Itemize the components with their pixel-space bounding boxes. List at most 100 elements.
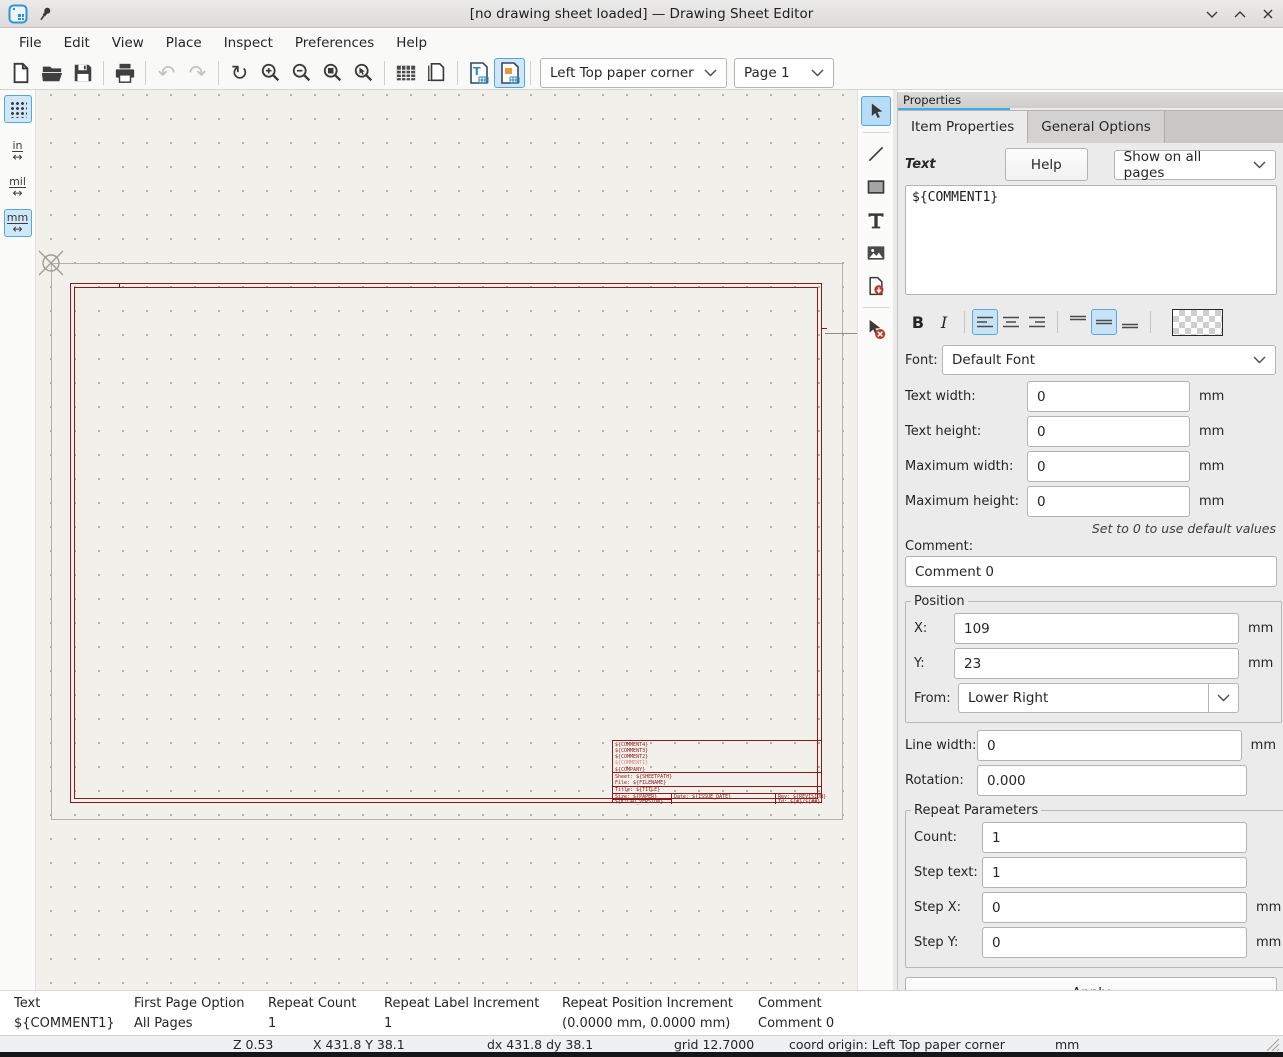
repeat-parameters-legend: Repeat Parameters [911, 803, 1041, 818]
open-file-button[interactable] [36, 58, 67, 88]
drawing-canvas[interactable]: ${COMMENT4} ${COMMENT3} ${COMMENT2} ${CO… [36, 90, 857, 990]
title-block-version[interactable]: ${KICAD_VERSION} [615, 799, 663, 805]
bold-button[interactable]: B [905, 309, 931, 335]
preview-mode-toggle[interactable]: T [463, 58, 494, 88]
frame-divider-tick [822, 328, 827, 329]
zoom-selection-button[interactable] [348, 58, 379, 88]
rotation-label: Rotation: [905, 773, 977, 788]
zoom-fit-page-button[interactable] [317, 58, 348, 88]
page-visibility-select[interactable]: Show on all pages [1114, 150, 1276, 180]
save-button[interactable] [67, 58, 98, 88]
menu-edit[interactable]: Edit [53, 31, 101, 55]
align-center-button[interactable] [998, 309, 1024, 335]
rotation-input[interactable] [977, 765, 1247, 796]
title-block-id[interactable]: Id: ${#}/${##} [778, 799, 820, 805]
step-y-input[interactable] [982, 927, 1247, 958]
valign-top-button[interactable] [1065, 309, 1091, 335]
page-select[interactable]: Page 1 [734, 58, 834, 88]
show-properties-table-button[interactable] [390, 58, 421, 88]
origin-corner-select[interactable]: Left Top paper corner [540, 58, 727, 88]
line-width-input[interactable] [977, 730, 1242, 761]
max-width-input[interactable] [1027, 451, 1190, 482]
position-x-input[interactable] [954, 613, 1239, 644]
text-width-input[interactable] [1027, 381, 1190, 412]
edit-mode-toggle[interactable] [494, 58, 525, 88]
menu-view[interactable]: View [101, 31, 155, 55]
font-select[interactable]: Default Font [942, 345, 1276, 375]
step-x-input[interactable] [982, 892, 1247, 923]
italic-button[interactable]: I [931, 309, 957, 335]
align-right-button[interactable] [1024, 309, 1050, 335]
position-y-input[interactable] [954, 648, 1239, 679]
position-from-select[interactable]: Lower Right [958, 683, 1239, 713]
units-mm-button[interactable]: mm ↔ [4, 209, 32, 237]
new-file-button[interactable] [5, 58, 36, 88]
menu-file[interactable]: File [8, 31, 53, 55]
properties-tabs: Item Properties General Options [898, 110, 1283, 143]
units-mils-button[interactable]: mil ↔ [4, 173, 32, 201]
text-height-input[interactable] [1027, 416, 1190, 447]
help-button[interactable]: Help [1005, 148, 1088, 181]
chevron-down-icon [811, 69, 824, 77]
delete-tool-button[interactable] [861, 314, 891, 344]
step-x-unit: mm [1256, 900, 1281, 915]
right-toolbar [857, 90, 893, 990]
zoom-in-button[interactable] [255, 58, 286, 88]
repeat-count-label: Count: [914, 830, 982, 845]
maximize-icon[interactable] [1231, 5, 1249, 23]
text-content-input[interactable]: ${COMMENT1} [905, 185, 1277, 295]
menu-help[interactable]: Help [385, 31, 438, 55]
append-sheet-tool-button[interactable] [861, 271, 891, 301]
comment-input[interactable] [905, 556, 1277, 587]
menu-inspect[interactable]: Inspect [213, 31, 284, 55]
add-image-tool-button[interactable] [861, 238, 891, 268]
title-block-date[interactable]: Date: ${ISSUE_DATE} [674, 794, 731, 800]
close-icon[interactable] [1259, 5, 1277, 23]
align-left-button[interactable] [972, 309, 998, 335]
add-text-tool-button[interactable] [861, 205, 891, 235]
units-inches-button[interactable]: in ↔ [4, 137, 32, 165]
properties-panel-title[interactable]: Properties [898, 92, 1283, 108]
draw-rectangle-tool-button[interactable] [861, 172, 891, 202]
minimize-icon[interactable] [1203, 5, 1221, 23]
info-text-column: Text${COMMENT1} [14, 996, 115, 1031]
title-block[interactable]: ${COMMENT4} ${COMMENT3} ${COMMENT2} ${CO… [612, 740, 822, 803]
select-tool-button[interactable] [861, 96, 891, 126]
window-title: [no drawing sheet loaded] — Drawing Shee… [0, 6, 1283, 22]
draw-line-tool-button[interactable] [861, 139, 891, 169]
valign-middle-button[interactable] [1091, 309, 1117, 335]
cursor-icon [866, 101, 886, 121]
step-text-input[interactable] [982, 857, 1247, 888]
grid-toggle-button[interactable] [4, 95, 32, 123]
toolbar-separator [103, 61, 104, 85]
refresh-view-button[interactable]: ↻ [224, 58, 255, 88]
status-units: mm [1055, 1037, 1079, 1052]
zoom-out-button[interactable] [286, 58, 317, 88]
image-icon [866, 243, 886, 263]
tab-general-options[interactable]: General Options [1028, 111, 1165, 143]
text-color-swatch[interactable] [1172, 309, 1223, 336]
resize-grip[interactable] [1266, 1038, 1280, 1052]
title-block-comment1-selected[interactable]: ${COMMENT1} [615, 760, 648, 766]
print-button[interactable] [109, 58, 140, 88]
frame-divider-tick [119, 283, 120, 288]
svg-text:T: T [473, 65, 481, 78]
tab-item-properties[interactable]: Item Properties [898, 111, 1028, 143]
double-arrow-icon: ↔ [12, 152, 22, 162]
position-from-label: From: [914, 691, 958, 706]
title-block-line [775, 793, 776, 804]
text-height-unit: mm [1199, 424, 1224, 439]
valign-bottom-button[interactable] [1117, 309, 1143, 335]
undo-button[interactable]: ↶ [151, 58, 182, 88]
redo-button[interactable]: ↷ [182, 58, 213, 88]
toolbar-separator [530, 61, 531, 85]
menu-place[interactable]: Place [155, 31, 213, 55]
window-controls [1203, 0, 1277, 28]
page-settings-button[interactable] [421, 58, 452, 88]
align-center-icon [1003, 316, 1019, 328]
menu-preferences[interactable]: Preferences [284, 31, 385, 55]
max-height-input[interactable] [1027, 486, 1190, 517]
comment-label: Comment: [905, 539, 1276, 554]
repeat-count-input[interactable] [982, 822, 1247, 853]
align-left-icon [977, 316, 993, 328]
